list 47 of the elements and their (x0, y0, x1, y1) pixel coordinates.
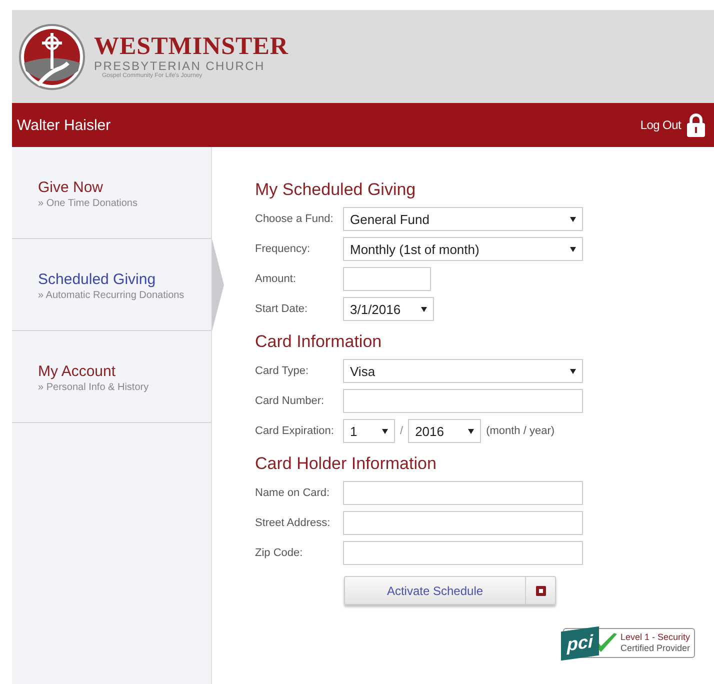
section-heading: Card Holder Information (255, 454, 438, 474)
dropdown-arrow-icon (570, 216, 576, 222)
field-label: Street Address: (255, 517, 332, 529)
field-label: Amount: (255, 273, 297, 285)
field-label: Card Expiration: (255, 425, 335, 437)
logout-link[interactable]: Log Out (640, 118, 681, 132)
year-dropdown[interactable]: 2016 (408, 419, 482, 443)
dropdown[interactable]: General Fund (343, 207, 583, 231)
dropdown-arrow-icon (468, 428, 474, 434)
church-emblem-icon (18, 22, 86, 90)
separator: / (400, 425, 404, 437)
badge-line: Level 1 - Security (620, 632, 690, 643)
section-heading: My Scheduled Giving (255, 180, 417, 200)
pointer-icon (212, 239, 224, 331)
dropdown[interactable]: Monthly (1st of month) (343, 237, 583, 261)
badge-line: Certified Provider (620, 643, 690, 654)
month-dropdown[interactable]: 1 (343, 419, 395, 443)
field-label: Start Date: (255, 303, 309, 315)
dropdown-arrow-icon (421, 306, 427, 312)
dropdown-arrow-icon (382, 428, 388, 434)
pci-logo: pci (561, 626, 600, 660)
field-label: Card Type: (255, 365, 310, 377)
activate-schedule-button[interactable]: Activate Schedule (344, 576, 556, 605)
user-name: Walter Haisler (17, 116, 112, 134)
input-field[interactable] (343, 389, 583, 413)
sidebar-item[interactable]: My Account » Personal Info & History (12, 331, 211, 423)
input-field[interactable] (343, 541, 583, 565)
record-icon (536, 586, 546, 596)
church-name: WESTMINSTER (94, 34, 288, 59)
field-label: Zip Code: (255, 547, 304, 559)
field-label: Name on Card: (255, 487, 331, 499)
input-field[interactable] (343, 267, 431, 291)
section-heading: Card Information (255, 332, 383, 352)
field-label: Frequency: (255, 243, 312, 255)
dropdown[interactable]: 3/1/2016 (343, 297, 434, 321)
field-label: Card Number: (255, 395, 326, 407)
sidebar-item[interactable]: Give Now » One Time Donations (12, 147, 211, 239)
sidebar-item[interactable]: Scheduled Giving » Automatic Recurring Donations (12, 239, 211, 331)
dropdown[interactable]: Visa (343, 359, 583, 383)
church-subtitle: PRESBYTERIAN CHURCH (94, 58, 266, 73)
input-field[interactable] (343, 511, 583, 535)
dropdown-arrow-icon (570, 368, 576, 374)
input-field[interactable] (343, 481, 583, 505)
lock-icon[interactable] (686, 113, 706, 137)
dropdown-arrow-icon (570, 246, 576, 252)
format-hint: (month / year) (486, 425, 555, 437)
field-label: Choose a Fund: (255, 213, 334, 225)
